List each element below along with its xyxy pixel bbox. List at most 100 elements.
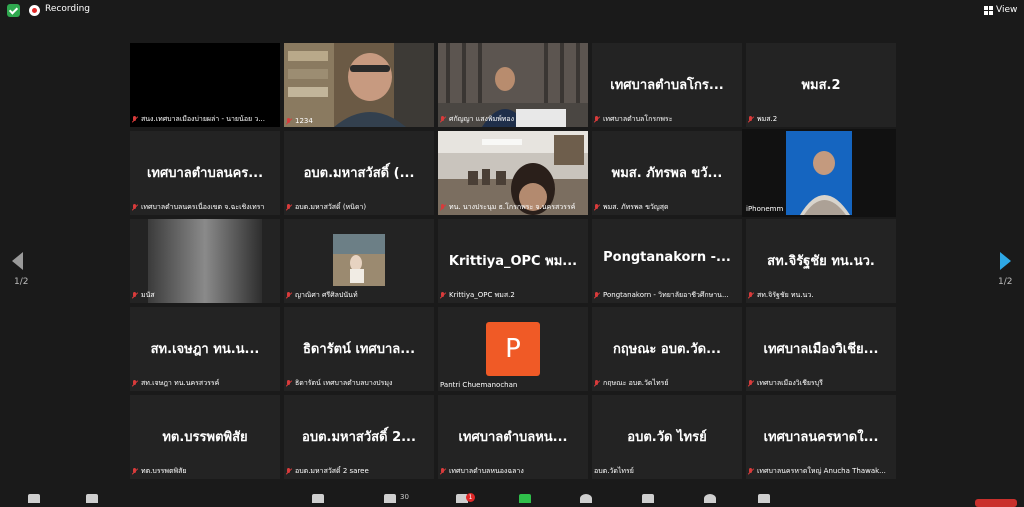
participant-label: เทศบาลตำบลนครเนื่องเขต จ.ฉะเชิงเทรา [132, 202, 278, 213]
participant-name: เทศบาลนครหาดใ... [763, 430, 879, 445]
participant-name: พมส.2 [801, 78, 841, 93]
participant-tile[interactable]: พมส. ภัทรพล ขวั... พมส. ภัทรพล ขวัญสุด [592, 131, 742, 215]
participant-name: สท.เจษฎา ทน.น... [150, 342, 260, 357]
muted-mic-icon [132, 468, 138, 475]
participant-name: ทต.บรรพตพิสัย [162, 430, 248, 445]
participant-name: พมส. ภัทรพล ขวั... [611, 166, 723, 181]
participant-tile[interactable]: สนง.เทศบาลเมืองบ่ายผล่า - นายน้อย ว... [130, 43, 280, 127]
page-indicator-left: 1/2 [14, 277, 29, 287]
encryption-shield-icon[interactable] [7, 4, 20, 17]
participant-label: Krittiya_OPC พมส.2 [440, 290, 586, 301]
participant-name: เทศบาลเมืองวิเชีย... [763, 342, 879, 357]
muted-mic-icon [132, 292, 138, 299]
participant-label: อบต.วัดไทรย์ [594, 467, 634, 475]
participant-name: เทศบาลตำบลโกร... [610, 78, 724, 93]
participant-name: Pongtanakorn -... [603, 250, 731, 265]
reactions-icon[interactable] [642, 494, 654, 503]
start-video-icon[interactable] [86, 494, 98, 503]
gallery-grid: สนง.เทศบาลเมืองบ่ายผล่า - นายน้อย ว... 1… [130, 43, 897, 480]
active-speaker-tile[interactable]: iPhonemm [742, 129, 896, 217]
view-button[interactable]: View [980, 2, 1021, 18]
previous-page-icon[interactable] [12, 252, 23, 270]
participant-tile[interactable]: ทน. นางประนุม ธ.โกรกพระ จ.นครสวรรค์ [438, 131, 588, 215]
security-icon[interactable] [312, 494, 324, 503]
participant-tile[interactable]: เทศบาลตำบลหน... เทศบาลตำบลหนองฉลาง [438, 395, 588, 479]
participant-label: กฤษณะ อบต.วัดไทรย์ [594, 378, 740, 389]
muted-mic-icon [132, 204, 138, 211]
participant-label: iPhonemm [746, 205, 784, 213]
participant-tile[interactable]: ศกัญญา แสงพิมพ์ทอง [438, 43, 588, 127]
muted-mic-icon [748, 292, 754, 299]
participant-label: อบต.มหาสวัสดิ์ 2 saree [286, 466, 432, 477]
participant-name: เทศบาลตำบลหน... [458, 430, 568, 445]
participant-tile[interactable]: พมส.2 พมส.2 [746, 43, 896, 127]
recording-icon[interactable] [29, 5, 40, 16]
participant-name: สท.จิรัฐชัย ทน.นว. [767, 254, 875, 269]
participant-tile[interactable]: ทต.บรรพตพิสัย ทต.บรรพตพิสัย [130, 395, 280, 479]
participant-tile[interactable]: Krittiya_OPC พม... Krittiya_OPC พมส.2 [438, 219, 588, 303]
participant-name: ธิดารัตน์ เทศบาล... [302, 342, 416, 357]
participant-name: อบต.วัด ไทรย์ [627, 430, 707, 445]
unmute-mic-icon[interactable] [28, 494, 40, 503]
participant-tile[interactable]: มนัส [130, 219, 280, 303]
muted-mic-icon [748, 380, 754, 387]
participant-tile[interactable]: อบต.มหาสวัสดิ์ 2... อบต.มหาสวัสดิ์ 2 sar… [284, 395, 434, 479]
participant-name: Krittiya_OPC พม... [448, 254, 578, 269]
muted-mic-icon [286, 117, 292, 125]
participants-count: 30 [400, 493, 409, 501]
muted-mic-icon [286, 204, 292, 211]
apps-icon[interactable] [704, 494, 716, 503]
participant-label: เทศบาลนครหาดใหญ่ Anucha Thawak... [748, 466, 894, 477]
chat-badge: 1 [466, 493, 475, 502]
next-page-icon[interactable] [1000, 252, 1011, 270]
participant-label: สนง.เทศบาลเมืองบ่ายผล่า - นายน้อย ว... [132, 114, 278, 125]
participant-name: กฤษณะ อบต.วัด... [613, 342, 721, 357]
participant-label: 1234 [286, 117, 432, 125]
participant-tile[interactable]: อบต.มหาสวัสดิ์ (... อบต.มหาสวัสดิ์ (หนิด… [284, 131, 434, 215]
end-meeting-button[interactable] [975, 499, 1017, 507]
participants-icon[interactable] [384, 494, 396, 503]
muted-mic-icon [748, 116, 754, 123]
participant-label: เทศบาลตำบลหนองฉลาง [440, 466, 586, 477]
participant-name: เทศบาลตำบลนคร... [146, 166, 264, 181]
participant-tile[interactable]: กฤษณะ อบต.วัด... กฤษณะ อบต.วัดไทรย์ [592, 307, 742, 391]
participant-name: อบต.มหาสวัสดิ์ 2... [302, 430, 416, 445]
participant-tile[interactable]: เทศบาลตำบลนคร... เทศบาลตำบลนครเนื่องเขต … [130, 131, 280, 215]
participant-label: พมส.2 [748, 114, 894, 125]
muted-mic-icon [440, 116, 446, 123]
muted-mic-icon [594, 116, 600, 123]
video-feed [284, 43, 434, 127]
participant-tile[interactable]: Pongtanakorn -... Pongtanakorn - วิทยาลั… [592, 219, 742, 303]
participant-tile[interactable]: ธิดารัตน์ เทศบาล... ธิดารัตน์ เทศบาลตำบล… [284, 307, 434, 391]
participant-tile[interactable]: เทศบาลตำบลโกร... เทศบาลตำบลโกรกพระ [592, 43, 742, 127]
participant-label: พมส. ภัทรพล ขวัญสุด [594, 202, 740, 213]
participant-label: เทศบาลเมืองวิเชียรบุรี [748, 378, 894, 389]
participant-tile[interactable]: สท.เจษฎา ทน.น... สท.เจษฎา ทน.นครสวรรค์ [130, 307, 280, 391]
muted-mic-icon [594, 380, 600, 387]
muted-mic-icon [286, 468, 292, 475]
record-icon[interactable] [580, 494, 592, 503]
muted-mic-icon [594, 292, 600, 299]
participant-name: อบต.มหาสวัสดิ์ (... [303, 166, 415, 181]
share-screen-icon[interactable] [519, 494, 531, 503]
participant-label: ทน. นางประนุม ธ.โกรกพระ จ.นครสวรรค์ [440, 202, 586, 213]
muted-mic-icon [286, 380, 292, 387]
grid-view-icon [984, 5, 993, 15]
participant-tile[interactable]: สท.จิรัฐชัย ทน.นว. สท.จิรัฐชัย ทน.นว. [746, 219, 896, 303]
participant-tile[interactable]: เทศบาลเมืองวิเชีย... เทศบาลเมืองวิเชียรบ… [746, 307, 896, 391]
muted-mic-icon [132, 116, 138, 123]
muted-mic-icon [748, 468, 754, 475]
participant-tile[interactable]: เทศบาลนครหาดใ... เทศบาลนครหาดใหญ่ Anucha… [746, 395, 896, 479]
more-icon[interactable] [758, 494, 770, 503]
participant-label: มนัส [132, 290, 278, 301]
muted-mic-icon [132, 380, 138, 387]
participant-avatar: P [486, 322, 540, 376]
participant-label: ธิดารัตน์ เทศบาลตำบลบางปรมุง [286, 378, 432, 389]
participant-tile[interactable]: 1234 [284, 43, 434, 127]
participant-tile[interactable]: ญาณิศา ศรีศิลปนันท์ [284, 219, 434, 303]
participant-tile[interactable]: P Pantri Chuemanochan [438, 307, 588, 391]
participant-tile[interactable]: อบต.วัด ไทรย์ อบต.วัดไทรย์ [592, 395, 742, 479]
muted-mic-icon [440, 292, 446, 299]
muted-mic-icon [594, 204, 600, 211]
participant-label: Pongtanakorn - วิทยาลัยอาชีวศึกษาน... [594, 290, 740, 301]
